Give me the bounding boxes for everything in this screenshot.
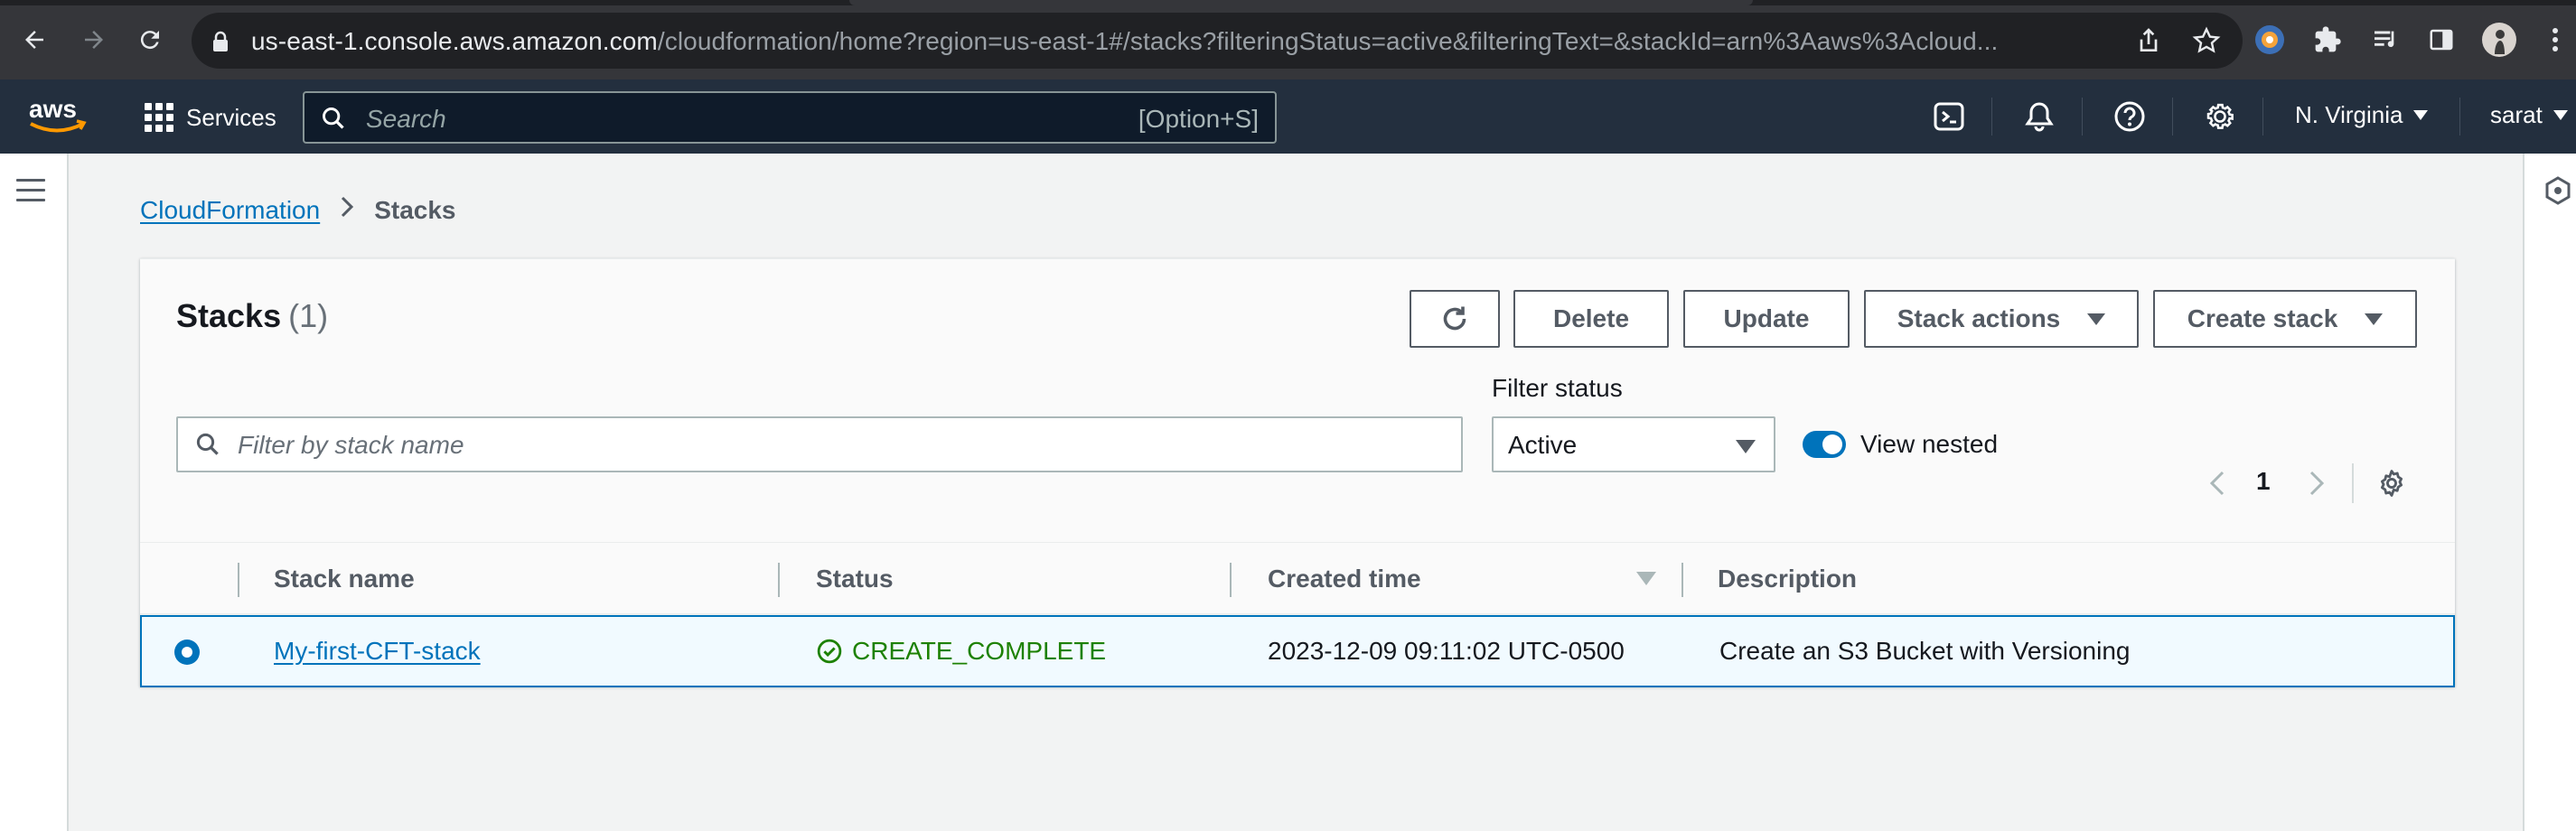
kebab-menu-icon[interactable] bbox=[2537, 22, 2573, 58]
aws-console-header: aws Services Search [Option+S] N. Virgin… bbox=[0, 79, 2576, 154]
column-divider[interactable] bbox=[238, 563, 239, 597]
view-nested-label: View nested bbox=[1860, 430, 1999, 458]
profile-avatar[interactable] bbox=[2481, 22, 2517, 58]
extension-icon[interactable] bbox=[2252, 22, 2288, 58]
region-selector[interactable]: N. Virginia bbox=[2295, 101, 2429, 129]
info-panel-icon[interactable] bbox=[2543, 175, 2573, 210]
tab-strip bbox=[0, 0, 2576, 5]
caret-down-icon bbox=[2365, 313, 2384, 325]
column-header-created-time[interactable]: Created time bbox=[1268, 565, 1421, 593]
pager-divider bbox=[2352, 463, 2354, 503]
settings-gear-icon[interactable] bbox=[2201, 98, 2239, 135]
stack-actions-button[interactable]: Stack actions bbox=[1864, 290, 2139, 348]
column-header-stack-name[interactable]: Stack name bbox=[274, 565, 415, 593]
filter-status-value: Active bbox=[1508, 431, 1578, 459]
stack-name-link[interactable]: My-first-CFT-stack bbox=[274, 637, 481, 666]
aws-logo-icon[interactable]: aws bbox=[27, 94, 87, 139]
stack-count: (1) bbox=[288, 297, 329, 334]
tools-rail bbox=[2523, 154, 2576, 831]
column-header-description[interactable]: Description bbox=[1718, 565, 1857, 593]
chevron-right-icon bbox=[340, 195, 354, 225]
media-queue-icon[interactable] bbox=[2367, 22, 2403, 58]
table-row[interactable]: My-first-CFT-stack CREATE_COMPLETE 2023-… bbox=[140, 615, 2455, 687]
created-time-cell: 2023-12-09 09:11:02 UTC-0500 bbox=[1268, 637, 1625, 665]
caret-down-icon bbox=[2413, 110, 2429, 120]
filter-status-select[interactable]: Active bbox=[1492, 416, 1775, 472]
services-menu-button[interactable]: Services bbox=[145, 99, 276, 135]
region-label: N. Virginia bbox=[2295, 101, 2403, 128]
url-text: us-east-1.console.aws.amazon.com/cloudfo… bbox=[251, 27, 1999, 55]
bookmark-star-icon[interactable] bbox=[2192, 26, 2221, 55]
stacks-table-header: Stacks (1) Delete Update Stack actions Cr… bbox=[140, 259, 2455, 543]
caret-down-icon bbox=[1736, 440, 1756, 453]
page-title: Stacks (1) bbox=[176, 297, 329, 334]
hamburger-menu-icon[interactable] bbox=[16, 179, 45, 204]
breadcrumb: CloudFormation Stacks bbox=[140, 195, 456, 225]
status-text: CREATE_COMPLETE bbox=[852, 637, 1107, 665]
breadcrumb-cloudformation-link[interactable]: CloudFormation bbox=[140, 196, 320, 225]
success-check-icon bbox=[817, 639, 842, 664]
nav-divider bbox=[2262, 98, 2263, 135]
back-icon[interactable] bbox=[16, 22, 52, 58]
stack-name-filter-input[interactable]: Filter by stack name bbox=[176, 416, 1463, 472]
nav-divider bbox=[2082, 98, 2083, 135]
filter-placeholder: Filter by stack name bbox=[238, 431, 464, 459]
account-menu[interactable]: sarat bbox=[2490, 101, 2568, 129]
stacks-table-container: Stacks (1) Delete Update Stack actions Cr… bbox=[140, 258, 2455, 687]
side-panel-icon[interactable] bbox=[2423, 22, 2459, 58]
services-grid-icon bbox=[145, 103, 173, 132]
nav-divider bbox=[2459, 98, 2460, 135]
status-cell: CREATE_COMPLETE bbox=[816, 637, 1106, 666]
nav-divider bbox=[1991, 98, 1992, 135]
refresh-button[interactable] bbox=[1410, 290, 1500, 348]
puzzle-icon[interactable] bbox=[2309, 22, 2346, 58]
account-name: sarat bbox=[2490, 101, 2543, 128]
caret-down-icon bbox=[2553, 110, 2568, 120]
address-bar[interactable]: us-east-1.console.aws.amazon.com/cloudfo… bbox=[192, 13, 2243, 69]
notifications-bell-icon[interactable] bbox=[2020, 98, 2058, 135]
cloudshell-icon[interactable] bbox=[1930, 98, 1968, 135]
services-label: Services bbox=[186, 103, 276, 131]
column-divider[interactable] bbox=[1230, 563, 1232, 597]
search-icon bbox=[194, 431, 221, 462]
next-page-chevron-icon[interactable] bbox=[2303, 465, 2330, 501]
previous-page-chevron-icon[interactable] bbox=[2204, 465, 2231, 501]
delete-button[interactable]: Delete bbox=[1513, 290, 1669, 348]
nav-divider bbox=[2172, 98, 2173, 135]
create-stack-button[interactable]: Create stack bbox=[2153, 290, 2417, 348]
row-select-radio[interactable] bbox=[174, 640, 200, 665]
search-icon bbox=[321, 106, 346, 135]
sort-descending-icon[interactable] bbox=[1636, 572, 1656, 585]
svg-text:aws: aws bbox=[29, 95, 77, 123]
help-icon[interactable] bbox=[2111, 98, 2149, 135]
column-divider[interactable] bbox=[1681, 563, 1683, 597]
refresh-icon bbox=[1443, 306, 1466, 331]
search-placeholder: Search bbox=[366, 105, 446, 133]
browser-toolbar: us-east-1.console.aws.amazon.com/cloudfo… bbox=[0, 0, 2576, 79]
table-header-row: Stack name Status Created time Descripti… bbox=[140, 543, 2455, 615]
forward-icon[interactable] bbox=[76, 22, 112, 58]
column-divider[interactable] bbox=[778, 563, 780, 597]
search-shortcut-hint: [Option+S] bbox=[1138, 105, 1259, 133]
table-preferences-gear-icon[interactable] bbox=[2374, 465, 2410, 501]
aws-search-input[interactable]: Search [Option+S] bbox=[303, 91, 1277, 144]
breadcrumb-current: Stacks bbox=[374, 195, 456, 224]
caret-down-icon bbox=[2087, 313, 2106, 325]
column-header-status[interactable]: Status bbox=[816, 565, 894, 593]
view-nested-toggle[interactable] bbox=[1803, 431, 1846, 458]
toggle-knob bbox=[1822, 434, 1842, 454]
side-navigation-rail bbox=[0, 154, 69, 831]
filter-status-label: Filter status bbox=[1492, 374, 1623, 402]
lock-icon bbox=[211, 31, 229, 57]
update-button[interactable]: Update bbox=[1683, 290, 1850, 348]
description-cell: Create an S3 Bucket with Versioning bbox=[1719, 637, 2131, 665]
current-page-number[interactable]: 1 bbox=[2256, 467, 2271, 496]
active-tab[interactable] bbox=[849, 0, 1753, 5]
reload-icon[interactable] bbox=[132, 22, 168, 58]
share-icon[interactable] bbox=[2134, 26, 2163, 55]
